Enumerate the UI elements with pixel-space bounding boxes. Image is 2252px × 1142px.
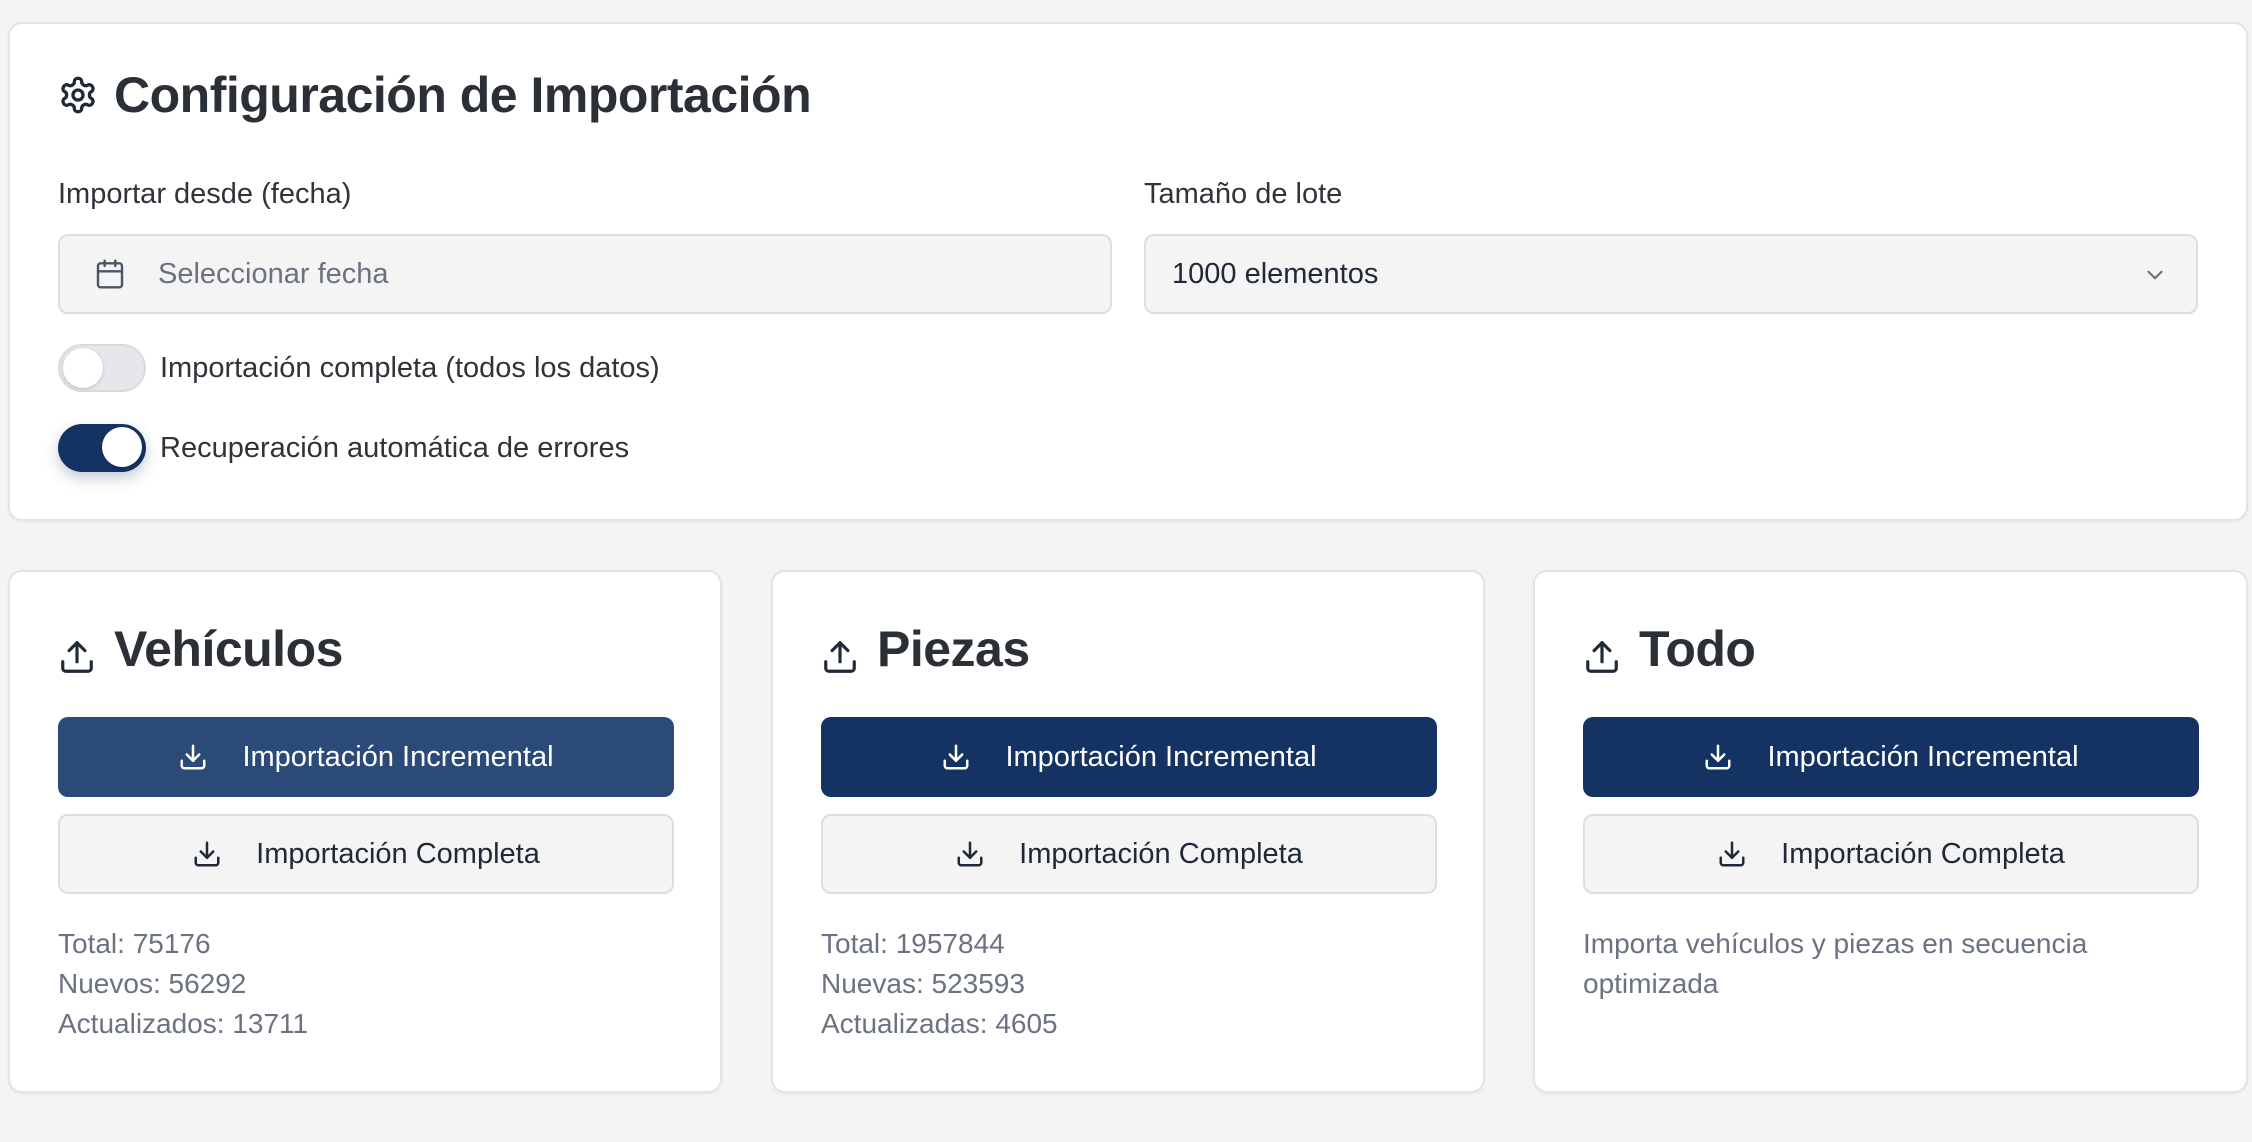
calendar-icon <box>96 259 124 289</box>
vehicles-title: Vehículos <box>58 620 343 678</box>
upload-icon <box>1583 630 1621 673</box>
download-icon <box>180 744 206 770</box>
all-title-text: Todo <box>1639 621 1756 677</box>
vehicles-card: Vehículos Importación Incremental Import… <box>8 570 722 1093</box>
upload-icon <box>821 630 859 673</box>
parts-title: Piezas <box>821 620 1030 678</box>
date-placeholder: Seleccionar fecha <box>158 257 389 290</box>
date-input[interactable]: Seleccionar fecha <box>58 234 1112 314</box>
error-recovery-toggle[interactable] <box>58 424 146 472</box>
batch-size-label: Tamaño de lote <box>1144 178 1343 210</box>
toggle-knob <box>63 348 103 388</box>
all-card: Todo Importación Incremental Importación… <box>1533 570 2248 1093</box>
stat-total: Total: 75176 <box>58 928 211 959</box>
download-icon <box>943 744 969 770</box>
download-icon <box>1705 744 1731 770</box>
download-icon <box>1719 841 1745 867</box>
import-config-card: Configuración de Importación Importar de… <box>8 22 2248 521</box>
vehicles-title-text: Vehículos <box>114 621 343 677</box>
full-import-toggle[interactable] <box>58 344 146 392</box>
parts-card: Piezas Importación Incremental Importaci… <box>771 570 1485 1093</box>
stat-total: Total: 1957844 <box>821 928 1005 959</box>
button-label: Importación Completa <box>1781 837 2065 870</box>
parts-title-text: Piezas <box>877 621 1030 677</box>
stat-updated: Actualizadas: 4605 <box>821 1008 1058 1039</box>
toggle-knob <box>102 427 142 467</box>
date-label: Importar desde (fecha) <box>58 178 352 210</box>
config-title-text: Configuración de Importación <box>114 67 812 123</box>
button-label: Importación Incremental <box>1767 740 2079 773</box>
gear-icon <box>58 75 98 115</box>
error-recovery-toggle-row: Recuperación automática de errores <box>58 424 629 472</box>
button-label: Importación Completa <box>256 837 540 870</box>
stat-new: Nuevas: 523593 <box>821 968 1025 999</box>
all-full-import-button[interactable]: Importación Completa <box>1583 814 2199 894</box>
batch-size-select[interactable]: 1000 elementos <box>1144 234 2198 314</box>
parts-stats: Total: 1957844 Nuevas: 523593 Actualizad… <box>821 924 1058 1044</box>
batch-size-value: 1000 elementos <box>1172 257 1379 290</box>
parts-full-import-button[interactable]: Importación Completa <box>821 814 1437 894</box>
all-incremental-import-button[interactable]: Importación Incremental <box>1583 717 2199 797</box>
full-import-toggle-row: Importación completa (todos los datos) <box>58 344 660 392</box>
download-icon <box>194 841 220 867</box>
vehicles-incremental-import-button[interactable]: Importación Incremental <box>58 717 674 797</box>
button-label: Importación Incremental <box>242 740 554 773</box>
chevron-down-icon <box>2147 270 2163 280</box>
parts-incremental-import-button[interactable]: Importación Incremental <box>821 717 1437 797</box>
button-label: Importación Incremental <box>1005 740 1317 773</box>
error-recovery-toggle-label: Recuperación automática de errores <box>160 431 630 464</box>
all-title: Todo <box>1583 620 1756 678</box>
download-icon <box>957 841 983 867</box>
stat-new: Nuevos: 56292 <box>58 968 247 999</box>
vehicles-stats: Total: 75176 Nuevos: 56292 Actualizados:… <box>58 924 308 1044</box>
all-description: Importa vehículos y piezas en secuencia … <box>1583 928 2088 999</box>
upload-icon <box>58 630 96 673</box>
vehicles-full-import-button[interactable]: Importación Completa <box>58 814 674 894</box>
full-import-toggle-label: Importación completa (todos los datos) <box>160 351 660 384</box>
config-title: Configuración de Importación <box>58 66 812 124</box>
stat-updated: Actualizados: 13711 <box>58 1008 309 1039</box>
button-label: Importación Completa <box>1019 837 1303 870</box>
